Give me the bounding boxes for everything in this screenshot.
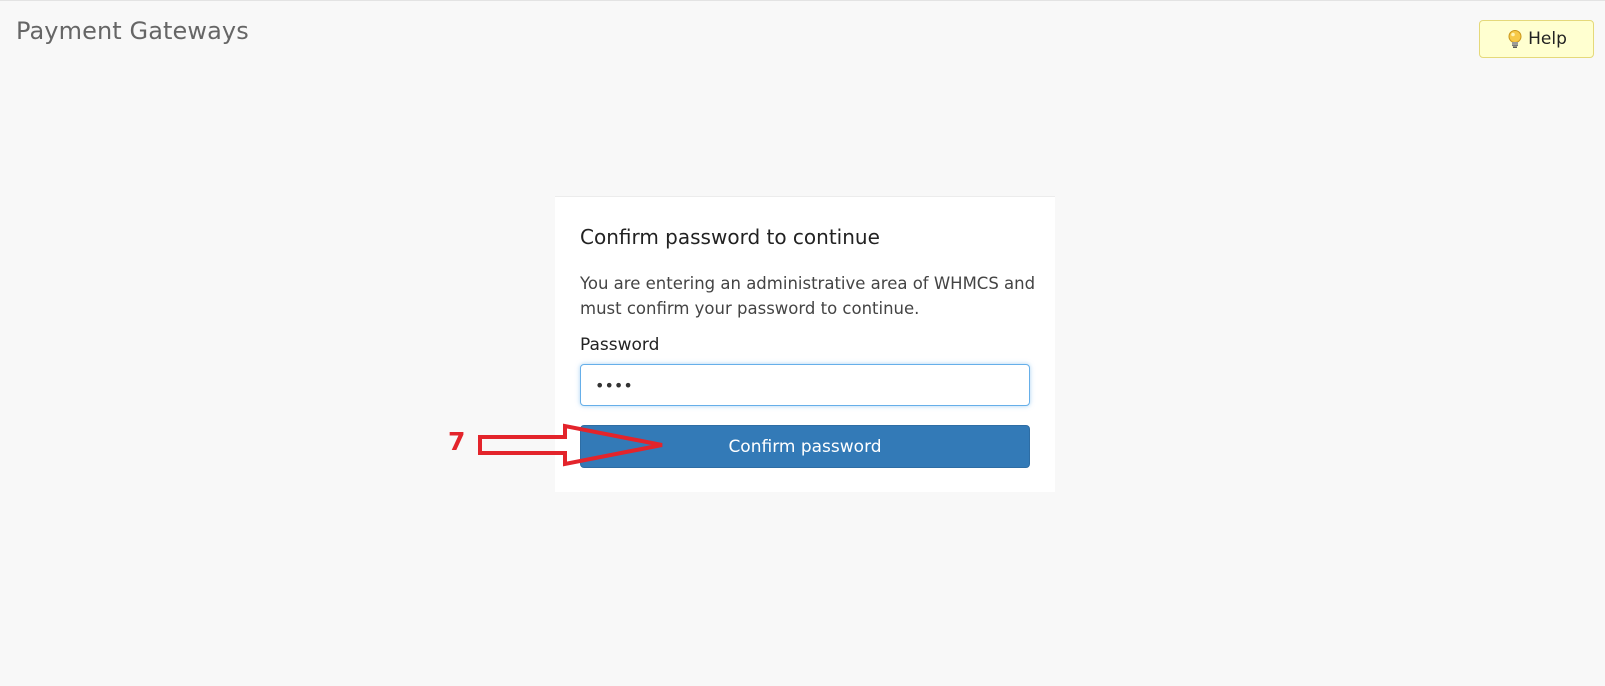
dialog-description: You are entering an administrative area …: [580, 274, 1036, 318]
help-button[interactable]: Help: [1479, 20, 1594, 58]
lightbulb-icon: [1508, 30, 1522, 48]
red-arrow-annotation: [478, 423, 663, 467]
top-border: [0, 0, 1605, 1]
dialog-title: Confirm password to continue: [580, 225, 880, 249]
password-input[interactable]: [580, 364, 1030, 406]
page-title: Payment Gateways: [16, 17, 249, 45]
password-label: Password: [580, 335, 660, 355]
help-button-label: Help: [1528, 29, 1567, 49]
step-number-annotation: 7: [448, 427, 466, 456]
